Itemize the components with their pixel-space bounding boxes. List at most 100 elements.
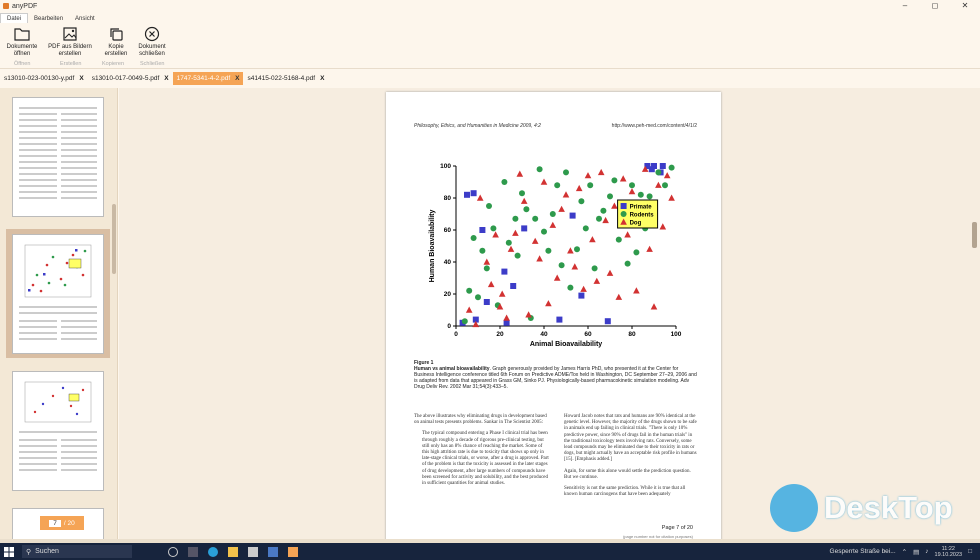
watermark: DeskTop xyxy=(770,484,953,532)
legend-label: Primate xyxy=(630,205,653,211)
data-point-dog xyxy=(619,175,627,182)
data-point-dog xyxy=(531,237,539,244)
data-point-dog xyxy=(593,277,601,284)
task-view-icon[interactable] xyxy=(168,546,178,557)
maximize-icon[interactable]: ◻ xyxy=(920,0,950,12)
data-point-dog xyxy=(602,216,609,224)
data-point-rodents xyxy=(587,182,594,189)
data-point-dog xyxy=(628,188,636,195)
data-point-dog xyxy=(483,258,491,265)
data-point-dog xyxy=(507,245,515,252)
open-documents-label: Dokumente öffnen xyxy=(6,44,38,57)
close-tab-icon[interactable]: X xyxy=(320,72,324,85)
clock[interactable]: 11:22 19.10.2023 xyxy=(935,546,963,558)
pdf-app-icon[interactable] xyxy=(288,546,298,557)
close-window-icon[interactable]: ✕ xyxy=(950,0,980,12)
text-column-right: Howard Jacob notes that rats and humans … xyxy=(564,414,699,498)
data-point-primate xyxy=(483,299,490,305)
page-header-left: Philosophy, Ethics, and Humanities in Me… xyxy=(414,123,541,129)
data-point-dog xyxy=(663,172,671,179)
data-point-dog xyxy=(492,231,499,238)
network-icon[interactable]: ▤ xyxy=(913,548,919,556)
pdf-from-images-label: PDF aus Bildern erstellen xyxy=(48,44,92,57)
document-tabs: s13010-023-00130-y.pdf X s13010-017-0049-… xyxy=(0,71,980,86)
data-point-dog xyxy=(646,245,653,252)
chevron-up-icon[interactable]: ⌃ xyxy=(902,548,907,556)
doc-tab-label: s13010-023-00130-y.pdf xyxy=(4,75,75,82)
data-point-rodents xyxy=(655,169,662,176)
pdf-page: Philosophy, Ethics, and Humanities in Me… xyxy=(386,92,721,543)
data-point-rodents xyxy=(486,203,492,209)
data-point-dog xyxy=(562,191,570,198)
data-point-dog xyxy=(589,236,596,243)
doc-tab-active[interactable]: 1747-5341-4-2.pdf X xyxy=(172,72,244,85)
data-point-rodents xyxy=(591,265,598,272)
create-copy-label: Kopie erstellen xyxy=(104,44,128,57)
data-point-primate xyxy=(659,163,666,169)
viewer-scrollbar[interactable] xyxy=(972,222,977,248)
data-point-dog xyxy=(476,194,484,201)
legend-marker-rodents xyxy=(620,211,627,217)
data-point-rodents xyxy=(505,239,512,246)
ribbon: Dokumente öffnen PDF aus Bildern erstell… xyxy=(0,23,980,69)
open-documents-button[interactable]: Dokumente öffnen xyxy=(0,26,44,58)
title-bar: anyPDF – ◻ ✕ xyxy=(0,0,980,12)
group-label-copy: Kopieren xyxy=(102,61,125,67)
mail-icon[interactable] xyxy=(268,546,278,557)
minimize-icon[interactable]: – xyxy=(890,0,920,12)
y-tick-label: 100 xyxy=(440,163,451,170)
data-point-dog xyxy=(611,202,618,209)
page-thumbnail[interactable] xyxy=(12,97,104,217)
thumbnail-scrollbar[interactable] xyxy=(112,204,116,274)
data-point-dog xyxy=(655,181,662,188)
news-widget-text[interactable]: Gesperrte Straße bei... xyxy=(830,548,896,555)
scatter-chart: 0 20 40 60 80 100 0 20 40 60 80 100 Animal Bioavaila… xyxy=(429,163,682,348)
close-tab-icon[interactable]: X xyxy=(164,72,168,85)
page-thumbnail-selected[interactable] xyxy=(12,234,104,354)
doc-tab[interactable]: s13010-017-0049-5.pdf X xyxy=(88,72,173,85)
data-point-rodents xyxy=(479,247,486,254)
data-point-rodents xyxy=(596,215,602,222)
data-point-dog xyxy=(659,223,667,230)
notification-icon[interactable]: □ xyxy=(968,548,972,555)
data-point-primate xyxy=(470,190,477,197)
data-point-dog xyxy=(624,231,631,238)
page-thumbnail[interactable] xyxy=(12,371,104,491)
edge-browser-icon[interactable] xyxy=(208,546,218,557)
app-logo-icon xyxy=(3,3,9,9)
page-navigator[interactable]: 7 / 20 xyxy=(40,516,84,530)
store-icon[interactable] xyxy=(248,546,258,557)
volume-icon[interactable]: ♪ xyxy=(925,548,928,555)
pdf-from-images-button[interactable]: PDF aus Bildern erstellen xyxy=(48,26,92,58)
close-tab-icon[interactable]: X xyxy=(79,72,83,85)
data-point-primate xyxy=(604,318,611,325)
current-page-input[interactable]: 7 xyxy=(49,519,61,527)
data-point-rodents xyxy=(483,265,490,272)
data-point-rodents xyxy=(611,177,618,184)
data-point-rodents xyxy=(558,262,565,269)
x-tick-label: 20 xyxy=(496,331,504,338)
paragraph: The above illustrates why eliminating dr… xyxy=(414,414,547,426)
watermark-text: DeskTop xyxy=(824,490,953,525)
data-point-dog xyxy=(606,269,614,276)
group-label-open: Öffnen xyxy=(14,61,31,67)
data-point-rodents xyxy=(461,318,468,325)
doc-tab[interactable]: s13010-023-00130-y.pdf X xyxy=(0,72,88,85)
windows-start-icon[interactable] xyxy=(0,543,18,560)
data-point-rodents xyxy=(633,249,640,256)
doc-tab[interactable]: s41415-022-5168-4.pdf X xyxy=(243,72,328,85)
data-point-primate xyxy=(479,227,486,233)
data-point-dog xyxy=(558,205,565,212)
blockquote: Howard Jacob notes that rats and humans … xyxy=(564,414,697,463)
widgets-icon[interactable] xyxy=(188,546,198,557)
data-point-rodents xyxy=(519,190,525,197)
page-header-right: http://www.peh-med.com/content/4/1/2 xyxy=(611,123,697,129)
file-explorer-icon[interactable] xyxy=(228,546,238,557)
data-point-rodents xyxy=(554,182,561,189)
close-document-button[interactable]: Dokument schließen xyxy=(130,26,174,58)
taskbar-apps xyxy=(168,546,298,557)
folder-icon xyxy=(14,28,30,41)
search-icon: ⚲ xyxy=(26,548,32,556)
taskbar-search[interactable]: ⚲ Suchen xyxy=(22,545,132,558)
close-tab-icon[interactable]: X xyxy=(235,72,239,85)
